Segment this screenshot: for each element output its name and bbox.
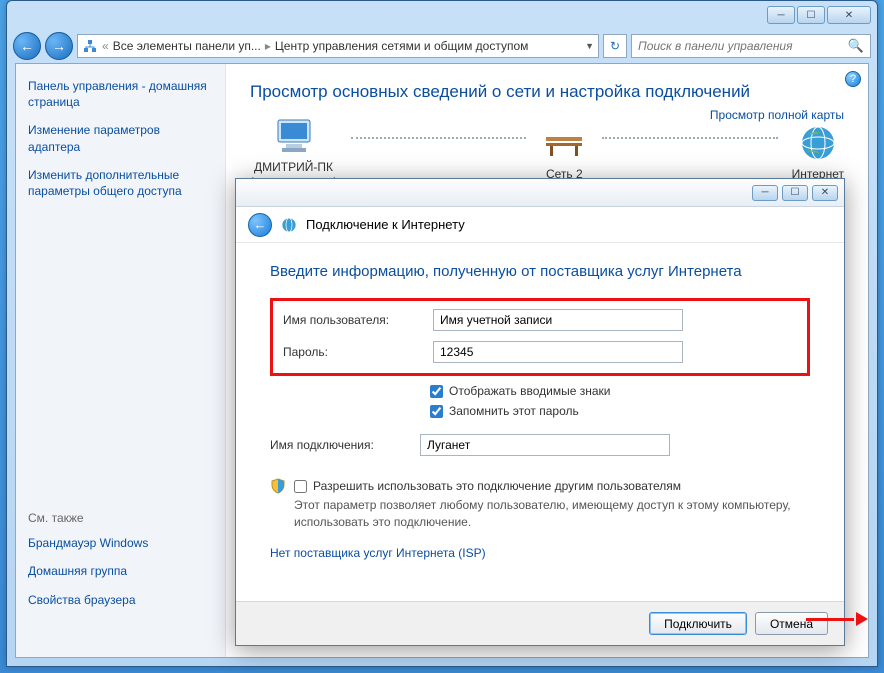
chevron-down-icon[interactable]: ▼ [585,41,594,51]
connection-name-input[interactable] [420,434,670,456]
dialog-maximize-button[interactable]: ☐ [782,185,808,201]
username-input[interactable] [433,309,683,331]
sidebar: Панель управления - домашняя страница Из… [16,64,226,657]
help-icon[interactable]: ? [845,71,861,87]
connection-name-label: Имя подключения: [270,438,420,452]
maximize-button[interactable]: ☐ [797,6,825,24]
shield-icon [270,478,286,494]
search-icon: 🔍 [848,38,864,54]
remember-checkbox[interactable] [430,405,443,418]
dialog-body: Введите информацию, полученную от постав… [236,243,844,574]
breadcrumb-chevron-icon: ▸ [265,39,271,53]
globe-small-icon [280,216,298,234]
show-chars-label: Отображать вводимые знаки [449,384,610,398]
node-label: ДМИТРИЙ-ПК [250,160,337,174]
navigation-bar: ← → « Все элементы панели уп... ▸ Центр … [7,29,877,63]
sidebar-item-browser[interactable]: Свойства браузера [28,592,213,608]
search-input[interactable] [638,39,848,53]
password-label: Пароль: [283,345,433,359]
globe-icon [794,123,842,163]
sidebar-item-firewall[interactable]: Брандмауэр Windows [28,535,213,551]
username-label: Имя пользователя: [283,313,433,327]
forward-button[interactable]: → [45,32,73,60]
address-bar[interactable]: « Все элементы панели уп... ▸ Центр упра… [77,34,599,58]
dialog-heading: Введите информацию, полученную от постав… [270,263,810,280]
breadcrumb-seg[interactable]: Центр управления сетями и общим доступом [275,39,529,53]
window-titlebar: ─ ☐ ✕ [7,1,877,29]
no-isp-link[interactable]: Нет поставщика услуг Интернета (ISP) [270,546,486,560]
sidebar-item-homegroup[interactable]: Домашняя группа [28,563,213,579]
annotation-arrow [806,615,868,623]
see-also-label: См. также [28,511,213,525]
connection-line [602,137,777,139]
node-network: Сеть 2 [540,123,588,181]
search-box[interactable]: 🔍 [631,34,871,58]
show-chars-checkbox[interactable] [430,385,443,398]
sidebar-item-home[interactable]: Панель управления - домашняя страница [28,78,213,110]
dialog-close-button[interactable]: ✕ [812,185,838,201]
breadcrumb-seg[interactable]: Все элементы панели уп... [113,39,261,53]
allow-others-label: Разрешить использовать это подключение д… [313,478,681,495]
dialog-back-button[interactable]: ← [248,213,272,237]
dialog-titlebar: ─ ☐ ✕ [236,179,844,207]
allow-others-checkbox[interactable] [294,480,307,493]
connect-dialog: ─ ☐ ✕ ← Подключение к Интернету Введите … [235,178,845,646]
computer-icon [270,116,318,156]
close-button[interactable]: ✕ [827,6,871,24]
permission-row: Разрешить использовать это подключение д… [270,478,810,530]
back-button[interactable]: ← [13,32,41,60]
dialog-minimize-button[interactable]: ─ [752,185,778,201]
minimize-button[interactable]: ─ [767,6,795,24]
dialog-footer: Подключить Отмена [236,601,844,645]
connection-line [351,137,526,139]
dialog-title: Подключение к Интернету [306,217,465,232]
connect-button[interactable]: Подключить [649,612,747,635]
full-map-link[interactable]: Просмотр полной карты [710,108,844,122]
refresh-button[interactable]: ↻ [603,34,627,58]
sidebar-item-sharing[interactable]: Изменить дополнительные параметры общего… [28,167,213,199]
allow-others-desc: Этот параметр позволяет любому пользоват… [294,497,810,531]
network-icon [82,38,98,54]
dialog-header: ← Подключение к Интернету [236,207,844,243]
bench-icon [540,123,588,163]
node-internet: Интернет [792,123,844,181]
page-heading: Просмотр основных сведений о сети и наст… [250,82,844,102]
remember-label: Запомнить этот пароль [449,404,579,418]
highlight-box: Имя пользователя: Пароль: [270,298,810,376]
sidebar-item-adapter[interactable]: Изменение параметров адаптера [28,122,213,154]
breadcrumb-sep: « [102,39,109,53]
password-input[interactable] [433,341,683,363]
